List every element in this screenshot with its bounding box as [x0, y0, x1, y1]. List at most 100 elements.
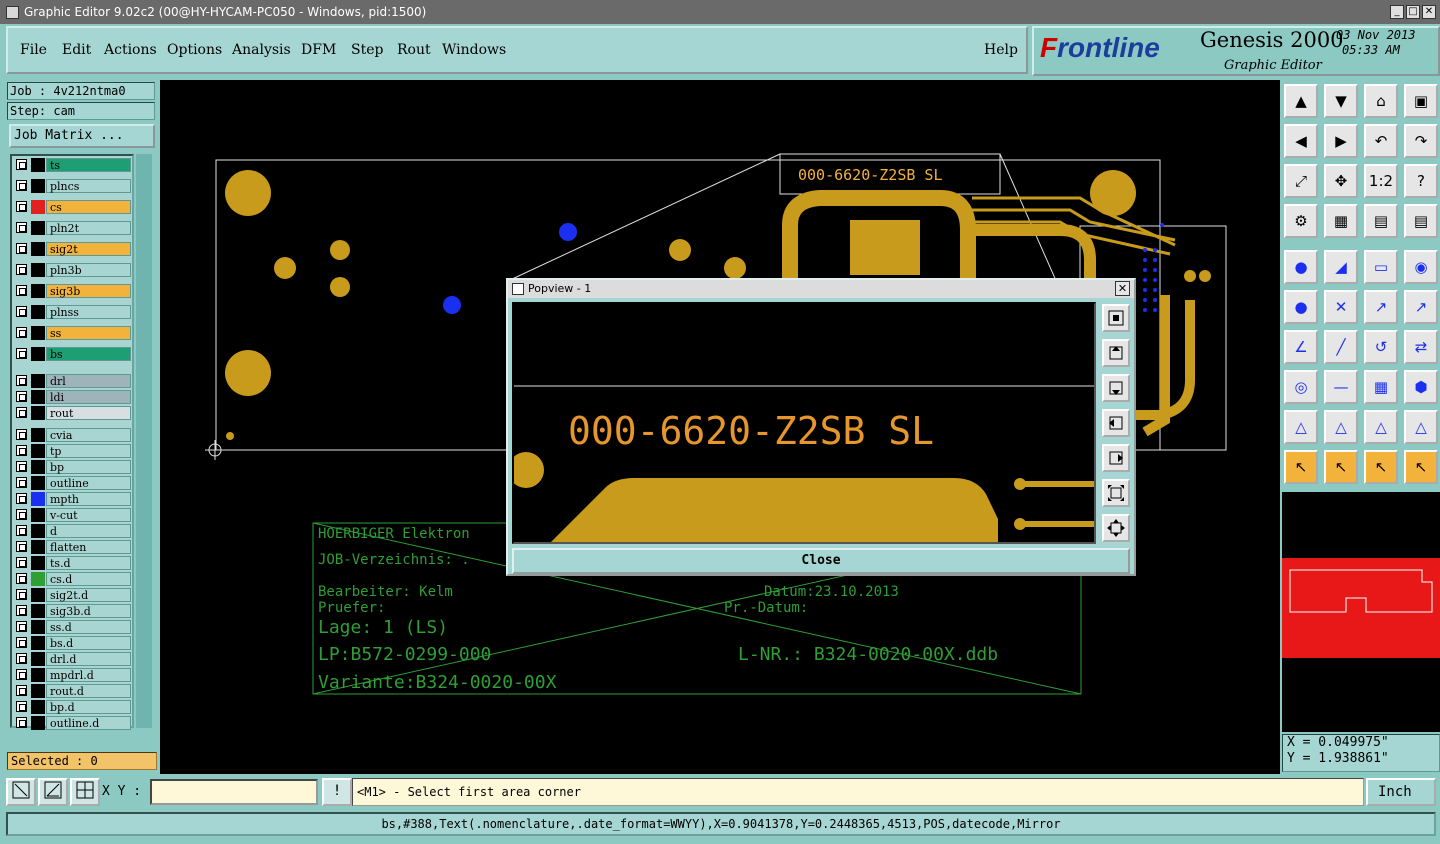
- layer-color-swatch[interactable]: [31, 636, 45, 650]
- layer-color-swatch[interactable]: [31, 444, 45, 458]
- layer-color-swatch[interactable]: [31, 556, 45, 570]
- menu-options[interactable]: Options: [167, 42, 222, 58]
- layer-name[interactable]: ts.d: [46, 556, 131, 570]
- layer-name[interactable]: sig3b: [46, 284, 131, 298]
- layer-sel-icon[interactable]: ▤: [1364, 204, 1398, 238]
- popview-canvas[interactable]: 000-6620-Z2SB SL: [512, 302, 1096, 544]
- add-pad-icon[interactable]: ◎: [1284, 370, 1318, 404]
- line-angle-icon[interactable]: ∠: [1284, 330, 1318, 364]
- layer-name[interactable]: mpth: [46, 492, 131, 506]
- layer-name[interactable]: sig2t.d: [46, 588, 131, 602]
- layer-row-flatten[interactable]: flatten: [14, 540, 131, 554]
- layer-checkbox[interactable]: [16, 375, 27, 386]
- measure-icon[interactable]: ◢: [1324, 250, 1358, 284]
- popview-close-button[interactable]: Close: [512, 548, 1130, 574]
- menu-file[interactable]: File: [20, 42, 47, 58]
- layer-name[interactable]: cs: [46, 200, 131, 214]
- layer-name[interactable]: flatten: [46, 540, 131, 554]
- layer-name[interactable]: ts: [46, 158, 131, 172]
- layer-row-outline-d[interactable]: outline.d: [14, 716, 131, 730]
- layer-checkbox[interactable]: [16, 653, 27, 664]
- layer-row-sig2t-d[interactable]: sig2t.d: [14, 588, 131, 602]
- close-button[interactable]: ✕: [1422, 5, 1436, 19]
- layer-name[interactable]: mpdrl.d: [46, 668, 131, 682]
- layer-checkbox[interactable]: [16, 461, 27, 472]
- layer-color-swatch[interactable]: [31, 326, 45, 340]
- layer-name[interactable]: outline.d: [46, 716, 131, 730]
- layer-checkbox[interactable]: [16, 669, 27, 680]
- zoom-fit-icon[interactable]: ⤢: [1284, 164, 1318, 198]
- layer-color-swatch[interactable]: [31, 242, 45, 256]
- grid-mode-icon[interactable]: [70, 778, 100, 806]
- layer-checkbox[interactable]: [16, 701, 27, 712]
- array-icon[interactable]: ▦: [1364, 370, 1398, 404]
- layer-row-rout-d[interactable]: rout.d: [14, 684, 131, 698]
- grid-icon[interactable]: ▦: [1324, 204, 1358, 238]
- layer-row-pln2t[interactable]: pln2t: [14, 221, 131, 235]
- layer-checkbox[interactable]: [16, 621, 27, 632]
- layer-name[interactable]: ss: [46, 326, 131, 340]
- layer-color-swatch[interactable]: [31, 428, 45, 442]
- unit-button[interactable]: Inch: [1366, 778, 1436, 806]
- layer-name[interactable]: v-cut: [46, 508, 131, 522]
- menu-windows[interactable]: Windows: [442, 42, 506, 58]
- layer-row-pln3b[interactable]: pln3b: [14, 263, 131, 277]
- pad-icon[interactable]: ◉: [1404, 250, 1438, 284]
- layer-color-swatch[interactable]: [31, 179, 45, 193]
- layer-checkbox[interactable]: [16, 348, 27, 359]
- move-right-icon[interactable]: ▶: [1324, 124, 1358, 158]
- triangle2-icon[interactable]: △: [1324, 410, 1358, 444]
- layer-row-drl[interactable]: drl: [14, 374, 131, 388]
- layer-color-swatch[interactable]: [31, 221, 45, 235]
- arc-icon[interactable]: ↺: [1364, 330, 1398, 364]
- move-down-icon[interactable]: ▼: [1324, 84, 1358, 118]
- angle-mode-icon[interactable]: [38, 778, 68, 806]
- layer-row-ts[interactable]: ts: [14, 158, 131, 172]
- layer-row-ldi[interactable]: ldi: [14, 390, 131, 404]
- layer-row-cs-d[interactable]: cs.d: [14, 572, 131, 586]
- layer-checkbox[interactable]: [16, 685, 27, 696]
- layer-row-drl-d[interactable]: drl.d: [14, 652, 131, 666]
- layer-name[interactable]: bs.d: [46, 636, 131, 650]
- xy-input[interactable]: [150, 779, 318, 805]
- layer-color-swatch[interactable]: [31, 620, 45, 634]
- layer-row-cvia[interactable]: cvia: [14, 428, 131, 442]
- layer-checkbox[interactable]: [16, 243, 27, 254]
- copy-icon[interactable]: ⬢: [1404, 370, 1438, 404]
- layer-color-swatch[interactable]: [31, 158, 45, 172]
- layer-color-swatch[interactable]: [31, 716, 45, 730]
- menu-edit[interactable]: Edit: [62, 42, 91, 58]
- layer-checkbox[interactable]: [16, 180, 27, 191]
- layer-name[interactable]: ss.d: [46, 620, 131, 634]
- layer-checkbox[interactable]: [16, 589, 27, 600]
- line-dash-icon[interactable]: —: [1324, 370, 1358, 404]
- layer-color-swatch[interactable]: [31, 604, 45, 618]
- layer-name[interactable]: sig2t: [46, 242, 131, 256]
- layer-row-mpth[interactable]: mpth: [14, 492, 131, 506]
- maximize-button[interactable]: □: [1406, 5, 1420, 19]
- layer-name[interactable]: sig3b.d: [46, 604, 131, 618]
- layer-name[interactable]: ldi: [46, 390, 131, 404]
- move-left-icon[interactable]: ◀: [1284, 124, 1318, 158]
- layer-checkbox[interactable]: [16, 717, 27, 728]
- layer-checkbox[interactable]: [16, 201, 27, 212]
- layer-checkbox[interactable]: [16, 525, 27, 536]
- layer-color-swatch[interactable]: [31, 374, 45, 388]
- line-icon[interactable]: ╱: [1324, 330, 1358, 364]
- flip-icon[interactable]: ⇄: [1404, 330, 1438, 364]
- menu-actions[interactable]: Actions: [104, 42, 157, 58]
- layer-color-swatch[interactable]: [31, 305, 45, 319]
- pop-left-icon[interactable]: [1102, 409, 1130, 437]
- layer-checkbox[interactable]: [16, 477, 27, 488]
- pointer-icon[interactable]: ↖: [1284, 450, 1318, 484]
- layer-name[interactable]: cs.d: [46, 572, 131, 586]
- layer-name[interactable]: rout.d: [46, 684, 131, 698]
- layer-row-ts-d[interactable]: ts.d: [14, 556, 131, 570]
- layer-row-sig3b-d[interactable]: sig3b.d: [14, 604, 131, 618]
- layer-row-ss[interactable]: ss: [14, 326, 131, 340]
- layer-row-bs-d[interactable]: bs.d: [14, 636, 131, 650]
- layer-row-outline[interactable]: outline: [14, 476, 131, 490]
- layer-color-swatch[interactable]: [31, 406, 45, 420]
- pointer-path-icon[interactable]: ↖: [1404, 450, 1438, 484]
- connect-icon[interactable]: ●: [1284, 290, 1318, 324]
